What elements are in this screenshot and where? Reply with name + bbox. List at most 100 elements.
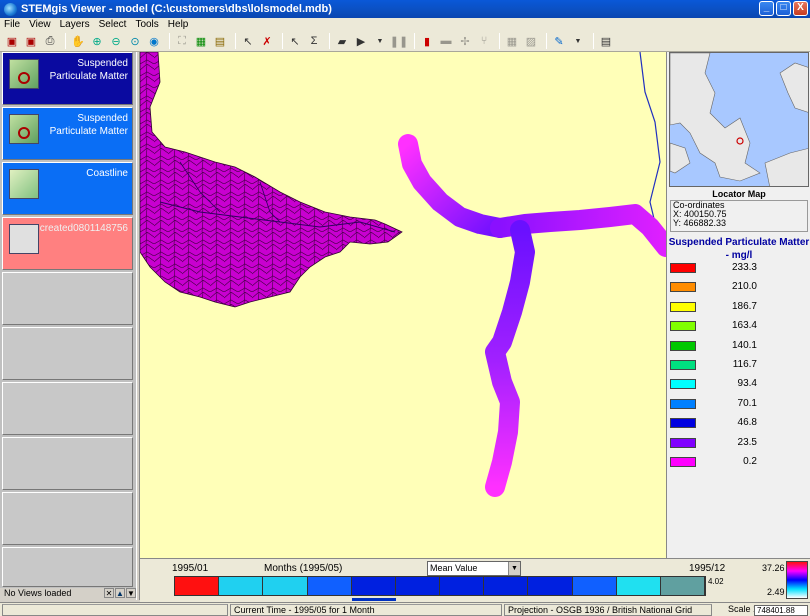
status-time: Current Time - 1995/05 for 1 Month (230, 604, 502, 616)
timeline-cell[interactable] (263, 577, 308, 595)
pan-hand-icon[interactable]: ✋ (70, 33, 86, 49)
layer-panel: Suspended Particulate Matter Suspended P… (0, 52, 136, 600)
zoom-out-icon[interactable]: ⊖ (108, 33, 124, 49)
play-dropdown-icon[interactable]: ▼ (372, 33, 388, 49)
legend-item: 23.5 (667, 437, 810, 449)
legend-value: 186.7 (731, 300, 757, 312)
coordinates-box: Co-ordinates X: 400150.75 Y: 466882.33 (670, 200, 808, 232)
legend-item: 140.1 (667, 340, 810, 352)
node-icon[interactable]: ✢ (457, 33, 473, 49)
timeline-cell[interactable] (440, 577, 485, 595)
grid-icon[interactable]: ▦ (504, 33, 520, 49)
legend-swatch (670, 340, 696, 351)
menu-view[interactable]: View (29, 19, 51, 30)
layer-item-created[interactable]: created0801148756 (2, 217, 133, 270)
scroll-up-icon[interactable]: ▲ (115, 588, 125, 598)
legend-value: 163.4 (731, 320, 757, 332)
pen-icon[interactable]: ✎ (551, 33, 567, 49)
clear-select-icon[interactable]: ✗ (259, 33, 275, 49)
pen-dropdown-icon[interactable]: ▼ (570, 33, 586, 49)
menu-tools[interactable]: Tools (135, 19, 158, 30)
menu-file[interactable]: File (4, 19, 20, 30)
legend-item: 186.7 (667, 301, 810, 313)
right-panel: Locator Map Co-ordinates X: 400150.75 Y:… (666, 52, 810, 558)
scroll-down-icon[interactable]: ▼ (126, 588, 136, 598)
timeline-cell[interactable] (616, 577, 661, 595)
print-icon[interactable]: ⎙ (42, 33, 58, 49)
layer-label: Suspended Particulate Matter (49, 58, 128, 82)
left-footer: No Views loaded ✕ ▲ ▼ (0, 588, 140, 600)
sum-icon[interactable]: Σ (306, 33, 322, 49)
empty-slot[interactable] (2, 437, 133, 490)
legend-value: 0.2 (743, 456, 757, 467)
scale-input[interactable]: 748401.88 (754, 605, 808, 616)
legend-item: 116.7 (667, 359, 810, 371)
menu-layers[interactable]: Layers (60, 19, 90, 30)
timeline-cell[interactable] (351, 577, 396, 595)
image-icon[interactable]: ▨ (523, 33, 539, 49)
branch-icon[interactable]: ⑂ (476, 33, 492, 49)
timeline-cell[interactable] (528, 577, 573, 595)
open-lock-icon[interactable]: ▣ (4, 33, 20, 49)
timeline-cell[interactable] (660, 577, 706, 595)
timeline-cell[interactable] (307, 577, 352, 595)
coord-y: Y: 466882.33 (673, 218, 727, 228)
chevron-down-icon[interactable]: ▼ (508, 562, 520, 575)
car-icon[interactable]: ▬ (438, 33, 454, 49)
empty-slot[interactable] (2, 547, 133, 587)
zoom-in-icon[interactable]: ⊕ (89, 33, 105, 49)
document-icon (9, 224, 39, 254)
legend-swatch (670, 301, 696, 312)
map-lock-icon (9, 59, 39, 89)
stat-select[interactable]: Mean Value ▼ (427, 561, 521, 576)
legend-item: 70.1 (667, 398, 810, 410)
legend-value: 46.8 (737, 417, 757, 429)
pause-icon[interactable]: ❚❚ (390, 33, 408, 49)
camera-icon[interactable]: ▰ (334, 33, 350, 49)
timeline-indicator[interactable] (352, 598, 396, 601)
map-select-icon[interactable]: ▦ (193, 33, 209, 49)
legend-value: 210.0 (731, 281, 757, 293)
legend-swatch (670, 360, 696, 370)
legend-item: 210.0 (667, 281, 810, 293)
views-status: No Views loaded (4, 588, 72, 598)
empty-slot[interactable] (2, 327, 133, 380)
menu-select[interactable]: Select (99, 19, 127, 30)
timeline-cell[interactable] (175, 577, 220, 595)
layer-item-spm-1[interactable]: Suspended Particulate Matter (2, 52, 133, 105)
app-icon (4, 2, 17, 16)
legend-swatch (670, 437, 696, 448)
layer-item-spm-2[interactable]: Suspended Particulate Matter (2, 107, 133, 160)
layer-item-coastline[interactable]: Coastline (2, 162, 133, 215)
layer-icon[interactable]: ▤ (212, 33, 228, 49)
map-canvas[interactable] (140, 52, 666, 558)
map-lock-icon (9, 114, 39, 144)
timeline-cell[interactable] (572, 577, 617, 595)
pointer-x-icon[interactable]: ↖ (287, 33, 303, 49)
locator-map[interactable] (669, 52, 809, 187)
maximize-button[interactable]: □ (776, 1, 791, 16)
map-icon (9, 169, 39, 199)
minimize-button[interactable]: _ (759, 1, 774, 16)
toolbar: ▣ ▣ ⎙ ✋ ⊕ ⊖ ⊙ ◉ ⛶ ▦ ▤ ↖ ✗ ↖ Σ ▰ ▶ ▼ ❚❚ ▮… (0, 31, 810, 52)
timeline-bar[interactable] (174, 576, 706, 596)
zoom-extent-icon[interactable]: ⊙ (127, 33, 143, 49)
menu-help[interactable]: Help (168, 19, 189, 30)
empty-slot[interactable] (2, 272, 133, 325)
pointer-select-icon[interactable]: ↖ (240, 33, 256, 49)
status-bar: Current Time - 1995/05 for 1 Month Proje… (0, 602, 810, 616)
notepad-icon[interactable]: ▤ (598, 33, 614, 49)
save-lock-icon[interactable]: ▣ (23, 33, 39, 49)
close-button[interactable]: X (793, 1, 808, 16)
timeline-cell[interactable] (484, 577, 529, 595)
timeline-cell[interactable] (395, 577, 441, 595)
globe-icon[interactable]: ◉ (146, 33, 162, 49)
select-area-icon[interactable]: ⛶ (174, 33, 190, 49)
close-icon[interactable]: ✕ (104, 588, 114, 598)
empty-slot[interactable] (2, 382, 133, 435)
legend-swatch (670, 263, 696, 273)
empty-slot[interactable] (2, 492, 133, 545)
play-icon[interactable]: ▶ (353, 33, 369, 49)
bar-chart-icon[interactable]: ▮ (419, 33, 435, 49)
timeline-cell[interactable] (219, 577, 264, 595)
